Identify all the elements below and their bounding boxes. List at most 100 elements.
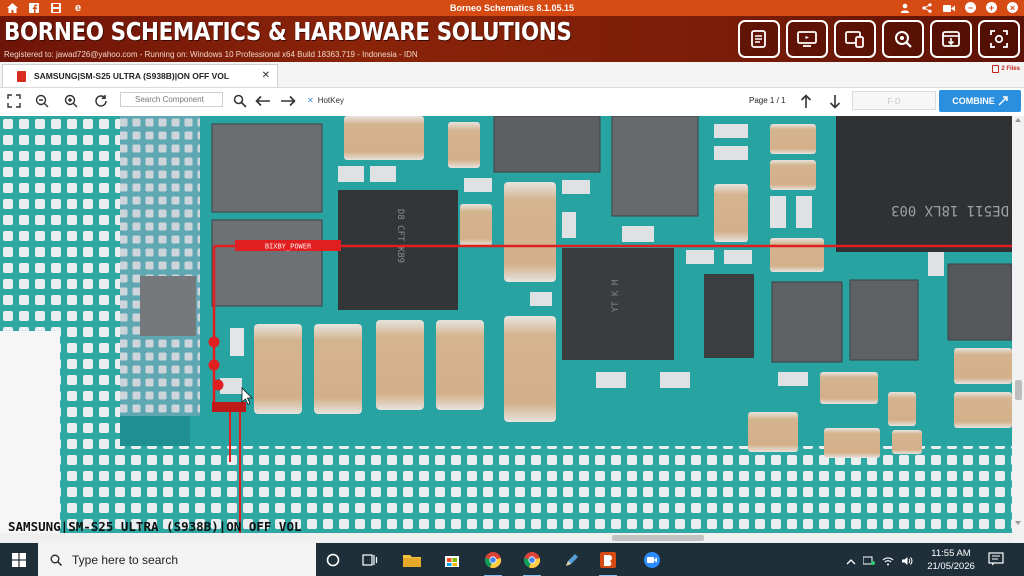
tray-app-icon[interactable] [862,553,875,571]
combine-button[interactable]: COMBINE [939,90,1021,112]
ic-small-2 [140,276,196,336]
smd-2 [338,166,364,182]
minimize-icon[interactable]: − [965,2,976,13]
chip-marking-3: YT K M [611,279,621,312]
clock-date: 21/05/2026 [927,561,975,572]
taskbar-clock[interactable]: 11:55 AM 21/05/2026 [923,547,979,573]
capacitor-17 [888,392,916,426]
capacitor-6 [504,182,556,282]
zoom-icon[interactable] [640,548,664,572]
smd-15 [530,292,552,306]
window-title: Borneo Schematics 8.1.05.15 [449,3,575,13]
ic-block-5 [771,281,843,363]
schematic-list-button[interactable] [738,20,780,58]
taskbar-search-box[interactable]: Type here to search [38,543,316,576]
start-button[interactable] [0,543,38,576]
smd-1 [230,328,244,356]
arrow-right-icon[interactable] [279,92,297,110]
page-indicator: Page 1 / 1 [749,96,786,105]
pencil-app-icon[interactable] [560,548,584,572]
schematic-viewer[interactable]: D8 CFT K89 DE511 18LX 003 YT K M BIXBY_P… [0,116,1012,543]
capture-button[interactable] [978,20,1020,58]
fit-screen-icon[interactable] [5,92,23,110]
task-view-icon[interactable] [358,548,382,572]
horizontal-scrollbar[interactable] [0,533,1012,543]
monitor-button[interactable] [786,20,828,58]
net-node-3[interactable] [212,379,224,391]
taskbar-search-placeholder: Type here to search [72,552,179,567]
app-window: Borneo Schematics 8.1.05.15 e − + × BORN… [0,0,1024,576]
share-icon[interactable] [921,2,933,14]
zoom-in-icon[interactable] [62,92,80,110]
home-icon[interactable] [6,2,18,14]
net-node-1[interactable] [208,336,220,348]
schematic-caption: SAMSUNG|SM-S25 ULTRA (S938B)|ON OFF VOL [8,519,302,534]
page-up-icon[interactable] [797,92,815,110]
pad-grid-mid [120,116,200,416]
user-icon[interactable] [899,2,911,14]
combine-icon [998,96,1008,106]
vertical-scroll-thumb[interactable] [1015,380,1022,400]
maximize-icon[interactable]: + [986,2,997,13]
net-label: BIXBY_POWER [265,243,312,251]
registration-info: Registered to: jawad726@yahoo.com - Runn… [4,50,418,59]
brand-title: BORNEO SCHEMATICS & HARDWARE SOLUTIONS [4,17,572,46]
tab-schematic[interactable]: SAMSUNG|SM-S25 ULTRA (S938B)|ON OFF VOL … [2,64,278,87]
edge-icon[interactable]: e [72,2,84,14]
smd-11 [724,250,752,264]
cortana-icon[interactable] [321,548,345,572]
board-edge-white [0,331,60,543]
update-button[interactable] [930,20,972,58]
facebook-icon[interactable] [28,2,40,14]
vertical-scrollbar[interactable] [1012,116,1024,543]
capacitor-16 [824,428,880,458]
ic-block-3 [493,116,601,173]
hotkey-x-icon: ✕ [307,96,314,105]
smd-12 [770,196,786,228]
close-icon[interactable]: × [1007,2,1018,13]
hotkey-toggle[interactable]: ✕ HotKey [307,96,344,105]
refresh-icon[interactable] [92,92,110,110]
tab-strip: SAMSUNG|SM-S25 ULTRA (S938B)|ON OFF VOL … [0,62,1024,88]
disabled-field: F-D [852,91,936,110]
volume-icon[interactable] [901,553,913,571]
smd-6 [562,212,576,238]
capacitor-9 [460,204,492,246]
devices-button[interactable] [834,20,876,58]
search-zoom-button[interactable] [882,20,924,58]
file-explorer-icon[interactable] [400,548,424,572]
video-icon[interactable] [943,2,955,14]
taskbar-search-icon [50,554,62,566]
arrow-left-icon[interactable] [254,92,272,110]
chrome-icon[interactable] [481,548,505,576]
scroll-up-icon[interactable] [1015,118,1021,122]
chip-marking-1: D8 CFT K89 [395,209,405,263]
tab-close-icon[interactable]: ✕ [262,70,270,81]
combine-label: COMBINE [952,96,995,106]
files-badge[interactable]: 2 Files [992,65,1020,73]
clock-time: 11:55 AM [931,548,971,559]
store-icon[interactable] [440,548,464,572]
files-icon [992,65,1000,73]
capacitor-12 [714,184,748,242]
net-pad-selected[interactable] [212,402,246,412]
capacitor-13 [954,348,1012,384]
smd-9 [714,146,748,160]
scroll-down-icon[interactable] [1015,521,1021,525]
capacitor-11 [770,160,816,190]
borneo-app-icon[interactable] [596,548,620,576]
horizontal-scroll-thumb[interactable] [612,535,704,541]
search-component-input[interactable]: Search Component [120,92,223,107]
save-icon[interactable] [50,2,62,14]
zoom-out-icon[interactable] [33,92,51,110]
pcb-board-image[interactable]: D8 CFT K89 DE511 18LX 003 YT K M BIXBY_P… [0,116,1012,543]
notification-icon[interactable] [988,552,1004,566]
chrome-profile-icon[interactable] [520,548,544,576]
capture-icon [990,30,1008,48]
net-node-2[interactable] [208,359,220,371]
tray-chevron-icon[interactable] [846,553,856,571]
wifi-icon[interactable] [882,553,894,571]
search-icon[interactable] [231,92,249,110]
ic-block-1 [211,123,323,213]
page-down-icon[interactable] [826,92,844,110]
